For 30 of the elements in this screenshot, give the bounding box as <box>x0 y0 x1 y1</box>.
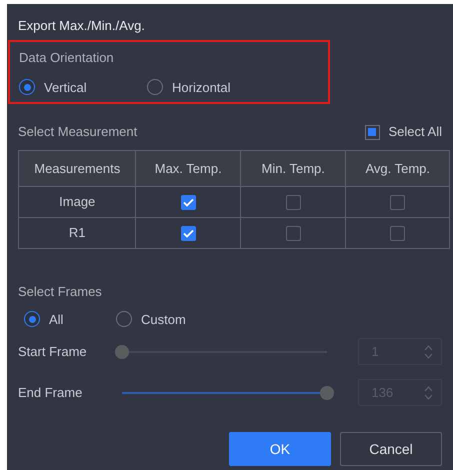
option-label: All <box>49 310 64 328</box>
section-label: Data Orientation <box>19 49 115 67</box>
section-label: Select Frames <box>18 283 103 301</box>
column-header: Min. Temp. <box>240 151 346 186</box>
cancel-button[interactable]: Cancel <box>340 432 442 466</box>
checkbox[interactable] <box>286 194 301 210</box>
option-label: Horizontal <box>172 78 231 96</box>
radio-button[interactable] <box>24 311 40 328</box>
checkbox[interactable] <box>364 124 380 140</box>
radio-button[interactable] <box>147 79 163 96</box>
checkbox[interactable] <box>390 194 406 210</box>
radio-button[interactable] <box>116 311 132 328</box>
field-label: Start Frame <box>18 342 88 361</box>
column-header: Max. Temp. <box>135 151 240 186</box>
option-label: Vertical <box>44 78 87 96</box>
radio-button[interactable] <box>19 79 35 96</box>
ok-button[interactable]: OK <box>229 432 331 466</box>
checkbox[interactable] <box>286 226 301 240</box>
option-label: Custom <box>141 310 186 328</box>
field-label: End Frame <box>18 384 84 402</box>
table-cell-text: R1 <box>68 224 87 242</box>
checkbox[interactable] <box>180 194 196 210</box>
checkbox[interactable] <box>180 226 196 240</box>
option-label: Select All <box>388 123 442 142</box>
column-header: Avg. Temp. <box>345 151 449 186</box>
section-label: Select Measurement <box>18 123 138 142</box>
checkbox[interactable] <box>390 226 406 240</box>
table-cell-text: Image <box>58 193 96 212</box>
column-header: Measurements <box>33 160 122 178</box>
window-title: Export Max./Min./Avg. <box>18 18 146 34</box>
